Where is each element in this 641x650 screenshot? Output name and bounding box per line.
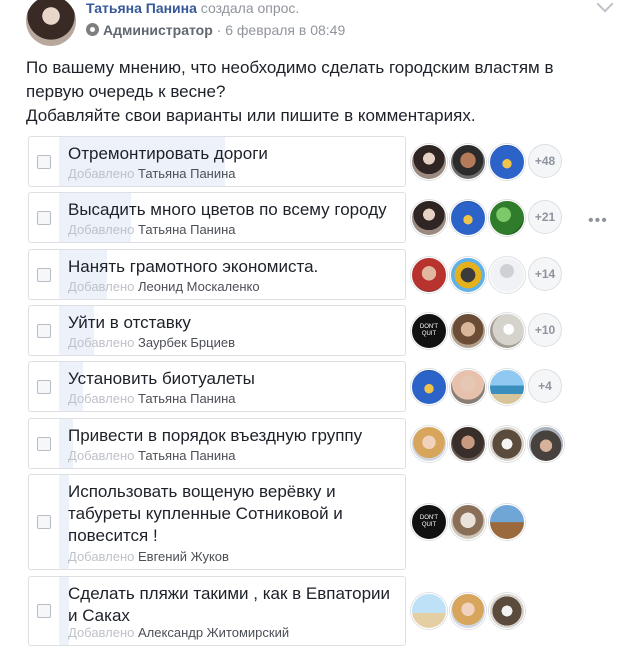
- more-voters-count[interactable]: +4: [528, 369, 562, 403]
- woman-avatar[interactable]: [411, 144, 447, 180]
- more-options-icon[interactable]: •••: [588, 212, 608, 230]
- bridge-avatar[interactable]: [489, 504, 525, 540]
- person-avatar[interactable]: [450, 257, 486, 293]
- added-prefix: Добавлено: [68, 166, 139, 181]
- added-by-user-link[interactable]: Леонид Москаленко: [138, 279, 260, 294]
- more-voters-count[interactable]: +48: [528, 144, 562, 178]
- option-added-by: Добавлено Татьяна Панина: [68, 166, 236, 182]
- added-by-user-link[interactable]: Татьяна Панина: [138, 391, 236, 406]
- role-badge: Администратор: [103, 22, 213, 38]
- added-prefix: Добавлено: [68, 335, 139, 350]
- poll-option[interactable]: Использовать вощеную верёвку и табуреты к…: [28, 474, 406, 570]
- option-added-by: Добавлено Татьяна Панина: [68, 448, 236, 464]
- author-line: Татьяна Панина создала опрос.: [86, 0, 299, 17]
- added-prefix: Добавлено: [68, 391, 139, 406]
- church-avatar[interactable]: [411, 369, 447, 405]
- added-prefix: Добавлено: [68, 222, 139, 237]
- option-label: табуреты купленные Сотниковой и: [68, 504, 343, 523]
- added-prefix: Добавлено: [68, 448, 139, 463]
- green-avatar[interactable]: [489, 200, 525, 236]
- option-label: Уйти в отставку: [68, 313, 191, 332]
- poll-option[interactable]: Сделать пляжи такими , как в Евпатории и …: [28, 576, 406, 646]
- option-added-by: Добавлено Леонид Москаленко: [68, 279, 260, 295]
- poll-option[interactable]: Привести в порядок въездную группу Добавл…: [28, 418, 406, 469]
- added-by-user-link[interactable]: Заурбек Брциев: [138, 335, 235, 350]
- post-date[interactable]: · 6 февраля в 08:49: [217, 22, 346, 38]
- option-label: Привести в порядок въездную группу: [68, 426, 363, 445]
- option-checkbox[interactable]: [37, 268, 51, 282]
- bird-avatar[interactable]: [489, 313, 525, 349]
- hat-avatar[interactable]: [528, 426, 564, 462]
- option-label: Нанять грамотного экономиста.: [68, 257, 319, 276]
- sea-avatar[interactable]: [489, 369, 525, 405]
- option-label: повесится !: [68, 526, 158, 545]
- beach-avatar[interactable]: [411, 593, 447, 629]
- poll-option[interactable]: Уйти в отставку Добавлено Заурбек Брциев: [28, 305, 406, 356]
- option-added-by: Добавлено Заурбек Брциев: [68, 335, 235, 351]
- admin-shield-icon: [86, 23, 99, 36]
- option-added-by: Добавлено Александр Житомирский: [68, 625, 289, 641]
- option-checkbox[interactable]: [37, 380, 51, 394]
- more-voters-count[interactable]: +14: [528, 257, 562, 291]
- group-avatar[interactable]: [489, 593, 525, 629]
- poll-option[interactable]: Установить биотуалеты Добавлено Татьяна П…: [28, 361, 406, 412]
- more-voters-count[interactable]: +10: [528, 313, 562, 347]
- blank-avatar[interactable]: [489, 257, 525, 293]
- bald-avatar[interactable]: [450, 369, 486, 405]
- option-label: Установить биотуалеты: [68, 369, 255, 388]
- dark-avatar[interactable]: [450, 426, 486, 462]
- added-by-user-link[interactable]: Татьяна Панина: [138, 166, 236, 181]
- question-line: первую очередь к весне?: [26, 82, 226, 101]
- poll-question: По вашему мнению, что необходимо сделать…: [26, 56, 596, 128]
- option-checkbox[interactable]: [37, 437, 51, 451]
- added-by-user-link[interactable]: Татьяна Панина: [138, 222, 236, 237]
- blonde-avatar[interactable]: [411, 426, 447, 462]
- added-prefix: Добавлено: [68, 625, 139, 640]
- post-header: Татьяна Панина создала опрос. Администра…: [0, 0, 641, 48]
- post-meta: Администратор · 6 февраля в 08:49: [86, 21, 345, 39]
- author-avatar[interactable]: [26, 0, 76, 46]
- option-label: и Саках: [68, 606, 130, 625]
- question-line: По вашему мнению, что необходимо сделать…: [26, 58, 554, 77]
- dont-quit-avatar[interactable]: [411, 504, 447, 540]
- option-label: Использовать вощеную верёвку и: [68, 482, 336, 501]
- author-name-link[interactable]: Татьяна Панина: [86, 0, 197, 16]
- church-avatar[interactable]: [489, 144, 525, 180]
- option-added-by: Добавлено Евгений Жуков: [68, 549, 229, 565]
- church-avatar[interactable]: [450, 200, 486, 236]
- question-line: Добавляйте свои варианты или пишите в ко…: [26, 106, 476, 125]
- option-label: Высадить много цветов по всему городу: [68, 200, 387, 219]
- old-man-avatar[interactable]: [450, 504, 486, 540]
- author-action: создала опрос.: [200, 0, 300, 16]
- chevron-down-icon[interactable]: [596, 0, 614, 13]
- option-checkbox[interactable]: [37, 324, 51, 338]
- added-prefix: Добавлено: [68, 279, 139, 294]
- option-added-by: Добавлено Татьяна Панина: [68, 222, 236, 238]
- woman-avatar[interactable]: [411, 200, 447, 236]
- dont-quit-avatar[interactable]: [411, 313, 447, 349]
- group-avatar[interactable]: [489, 426, 525, 462]
- option-checkbox[interactable]: [37, 515, 51, 529]
- option-added-by: Добавлено Татьяна Панина: [68, 391, 236, 407]
- option-label: Отремонтировать дороги: [68, 144, 268, 163]
- more-voters-count[interactable]: +21: [528, 200, 562, 234]
- option-label: Сделать пляжи такими , как в Евпатории: [68, 584, 391, 603]
- option-checkbox[interactable]: [37, 604, 51, 618]
- guy-avatar[interactable]: [450, 313, 486, 349]
- poll-option[interactable]: Отремонтировать дороги Добавлено Татьяна …: [28, 136, 406, 187]
- poll-option[interactable]: Высадить много цветов по всему городу Доб…: [28, 192, 406, 243]
- option-checkbox[interactable]: [37, 155, 51, 169]
- added-by-user-link[interactable]: Александр Житомирский: [138, 625, 289, 640]
- option-checkbox[interactable]: [37, 211, 51, 225]
- red-avatar[interactable]: [411, 257, 447, 293]
- blonde-avatar[interactable]: [450, 593, 486, 629]
- added-prefix: Добавлено: [68, 549, 139, 564]
- poll-option[interactable]: Нанять грамотного экономиста. Добавлено Л…: [28, 249, 406, 300]
- added-by-user-link[interactable]: Татьяна Панина: [138, 448, 236, 463]
- added-by-user-link[interactable]: Евгений Жуков: [138, 549, 229, 564]
- man-avatar[interactable]: [450, 144, 486, 180]
